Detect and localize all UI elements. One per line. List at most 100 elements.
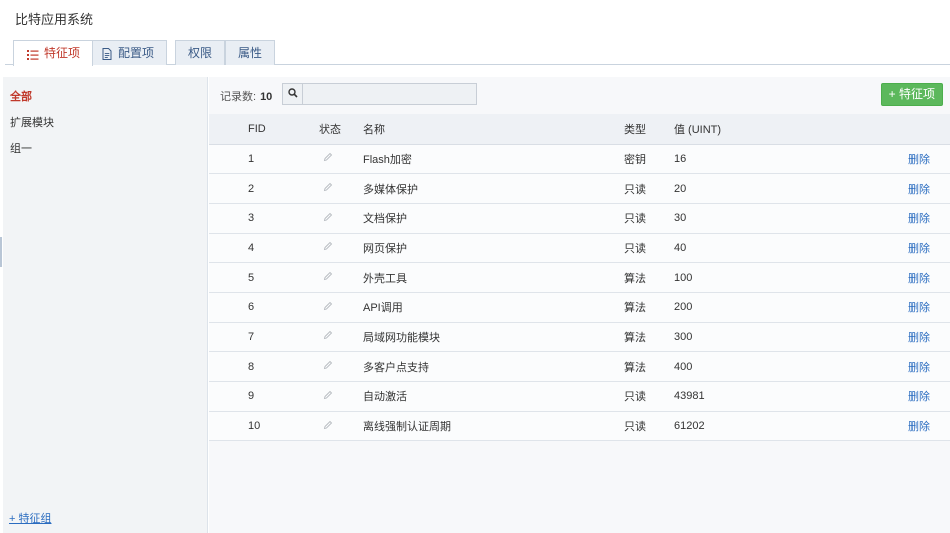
cell-actions: 删除 bbox=[870, 411, 950, 442]
cell-type: 算法 bbox=[624, 351, 674, 382]
cell-type: 算法 bbox=[624, 262, 674, 293]
table-header-row: FID 状态 名称 类型 值 (UINT) bbox=[209, 114, 950, 145]
cell-state bbox=[319, 203, 363, 234]
table-row: 5 外壳工具 算法 100 删除 bbox=[209, 262, 950, 293]
edit-pencil-icon[interactable] bbox=[323, 241, 333, 251]
header-actions bbox=[870, 114, 950, 145]
cell-fid: 5 bbox=[209, 262, 319, 293]
header-name[interactable]: 名称 bbox=[363, 114, 624, 145]
delete-link[interactable]: 删除 bbox=[908, 213, 930, 225]
delete-link[interactable]: 删除 bbox=[908, 391, 930, 403]
cell-fid: 6 bbox=[209, 292, 319, 323]
delete-link[interactable]: 删除 bbox=[908, 332, 930, 344]
main-panel: 记录数: 10 + 特征项 FID 状态 名称 类型 值 (UINT) 1 Fl… bbox=[209, 77, 950, 533]
record-count-value: 10 bbox=[260, 91, 273, 103]
tab-features[interactable]: 特征项 bbox=[13, 40, 94, 66]
cell-type: 只读 bbox=[624, 233, 674, 264]
delete-link[interactable]: 删除 bbox=[908, 243, 930, 255]
delete-link[interactable]: 删除 bbox=[908, 154, 930, 166]
cell-name: 局域网功能模块 bbox=[363, 322, 624, 353]
tab-config[interactable]: 配置项 bbox=[87, 40, 168, 65]
cell-state bbox=[319, 262, 363, 293]
table-row: 1 Flash加密 密钥 16 删除 bbox=[209, 144, 950, 175]
cell-value[interactable]: 43981 bbox=[674, 381, 870, 412]
cell-fid: 4 bbox=[209, 233, 319, 264]
cell-actions: 删除 bbox=[870, 322, 950, 353]
feature-table: FID 状态 名称 类型 值 (UINT) 1 Flash加密 密钥 16 删除… bbox=[209, 114, 950, 442]
toolbar: 记录数: 10 + 特征项 bbox=[209, 77, 950, 114]
delete-link[interactable]: 删除 bbox=[908, 184, 930, 196]
search-icon bbox=[287, 87, 298, 101]
edit-pencil-icon[interactable] bbox=[323, 271, 333, 281]
cell-value: 40 bbox=[674, 233, 870, 264]
cell-name: 自动激活 bbox=[363, 381, 624, 412]
cell-type: 只读 bbox=[624, 203, 674, 234]
edit-pencil-icon[interactable] bbox=[323, 152, 333, 162]
add-feature-button[interactable]: + 特征项 bbox=[880, 83, 943, 106]
table-row: 2 多媒体保护 只读 20 删除 bbox=[209, 173, 950, 204]
tab-permissions[interactable]: 权限 bbox=[175, 40, 226, 65]
header-fid[interactable]: FID bbox=[209, 114, 319, 145]
edit-pencil-icon[interactable] bbox=[323, 212, 333, 222]
cell-type: 算法 bbox=[624, 292, 674, 323]
search-box bbox=[282, 83, 477, 105]
delete-link[interactable]: 删除 bbox=[908, 273, 930, 285]
edit-pencil-icon[interactable] bbox=[323, 182, 333, 192]
cell-value[interactable]: 100 bbox=[674, 262, 870, 293]
record-count: 记录数: 10 bbox=[220, 88, 272, 104]
cell-value[interactable]: 16 bbox=[674, 144, 870, 175]
sidebar-item-extension-modules[interactable]: 扩展模块 bbox=[10, 114, 54, 130]
cell-state bbox=[319, 322, 363, 353]
cell-name: 文档保护 bbox=[363, 203, 624, 234]
search-button[interactable] bbox=[283, 84, 303, 104]
add-feature-group-link[interactable]: + 特征组 bbox=[9, 510, 51, 526]
sidebar-item-group-one[interactable]: 组一 bbox=[10, 140, 32, 156]
cell-value[interactable]: 300 bbox=[674, 322, 870, 353]
cell-fid: 8 bbox=[209, 351, 319, 382]
edit-pencil-icon[interactable] bbox=[323, 301, 333, 311]
cell-state bbox=[319, 173, 363, 204]
cell-name: 离线强制认证周期 bbox=[363, 411, 624, 442]
tab-attributes[interactable]: 属性 bbox=[225, 40, 276, 65]
header-value[interactable]: 值 (UINT) bbox=[674, 114, 870, 145]
tab-permissions-label: 权限 bbox=[188, 45, 213, 60]
delete-link[interactable]: 删除 bbox=[908, 421, 930, 433]
edit-pencil-icon[interactable] bbox=[323, 330, 333, 340]
cell-value[interactable]: 61202 bbox=[674, 411, 870, 442]
cell-type: 只读 bbox=[624, 173, 674, 204]
header-state[interactable]: 状态 bbox=[319, 114, 363, 145]
edit-pencil-icon[interactable] bbox=[323, 420, 333, 430]
cell-actions: 删除 bbox=[870, 144, 950, 175]
cell-fid: 9 bbox=[209, 381, 319, 412]
cell-fid: 7 bbox=[209, 322, 319, 353]
cell-state bbox=[319, 292, 363, 323]
delete-link[interactable]: 删除 bbox=[908, 362, 930, 374]
cell-actions: 删除 bbox=[870, 292, 950, 323]
cell-value[interactable]: 400 bbox=[674, 351, 870, 382]
cell-name: 多客户点支持 bbox=[363, 351, 624, 382]
sidebar-item-all[interactable]: 全部 bbox=[10, 88, 32, 104]
cell-state bbox=[319, 351, 363, 382]
cell-value[interactable]: 20 bbox=[674, 173, 870, 204]
delete-link[interactable]: 删除 bbox=[908, 302, 930, 314]
app-title: 比特应用系统 bbox=[15, 12, 94, 27]
edit-pencil-icon[interactable] bbox=[323, 360, 333, 370]
table-row: 10 离线强制认证周期 只读 61202 删除 bbox=[209, 411, 950, 442]
list-icon bbox=[26, 47, 40, 61]
search-input[interactable] bbox=[303, 84, 476, 104]
document-icon bbox=[100, 46, 114, 60]
edit-pencil-icon[interactable] bbox=[323, 390, 333, 400]
cell-type: 只读 bbox=[624, 381, 674, 412]
tab-bar: 特征项 配置项 权限 属性 bbox=[0, 40, 950, 66]
cell-actions: 删除 bbox=[870, 233, 950, 264]
cell-value[interactable]: 200 bbox=[674, 292, 870, 323]
cell-fid: 3 bbox=[209, 203, 319, 234]
table-row: 9 自动激活 只读 43981 删除 bbox=[209, 381, 950, 412]
cell-name: 网页保护 bbox=[363, 233, 624, 264]
cell-fid: 10 bbox=[209, 411, 319, 442]
tab-config-label: 配置项 bbox=[118, 45, 155, 60]
cell-state bbox=[319, 411, 363, 442]
header-type[interactable]: 类型 bbox=[624, 114, 674, 145]
cell-actions: 删除 bbox=[870, 203, 950, 234]
cell-state bbox=[319, 233, 363, 264]
